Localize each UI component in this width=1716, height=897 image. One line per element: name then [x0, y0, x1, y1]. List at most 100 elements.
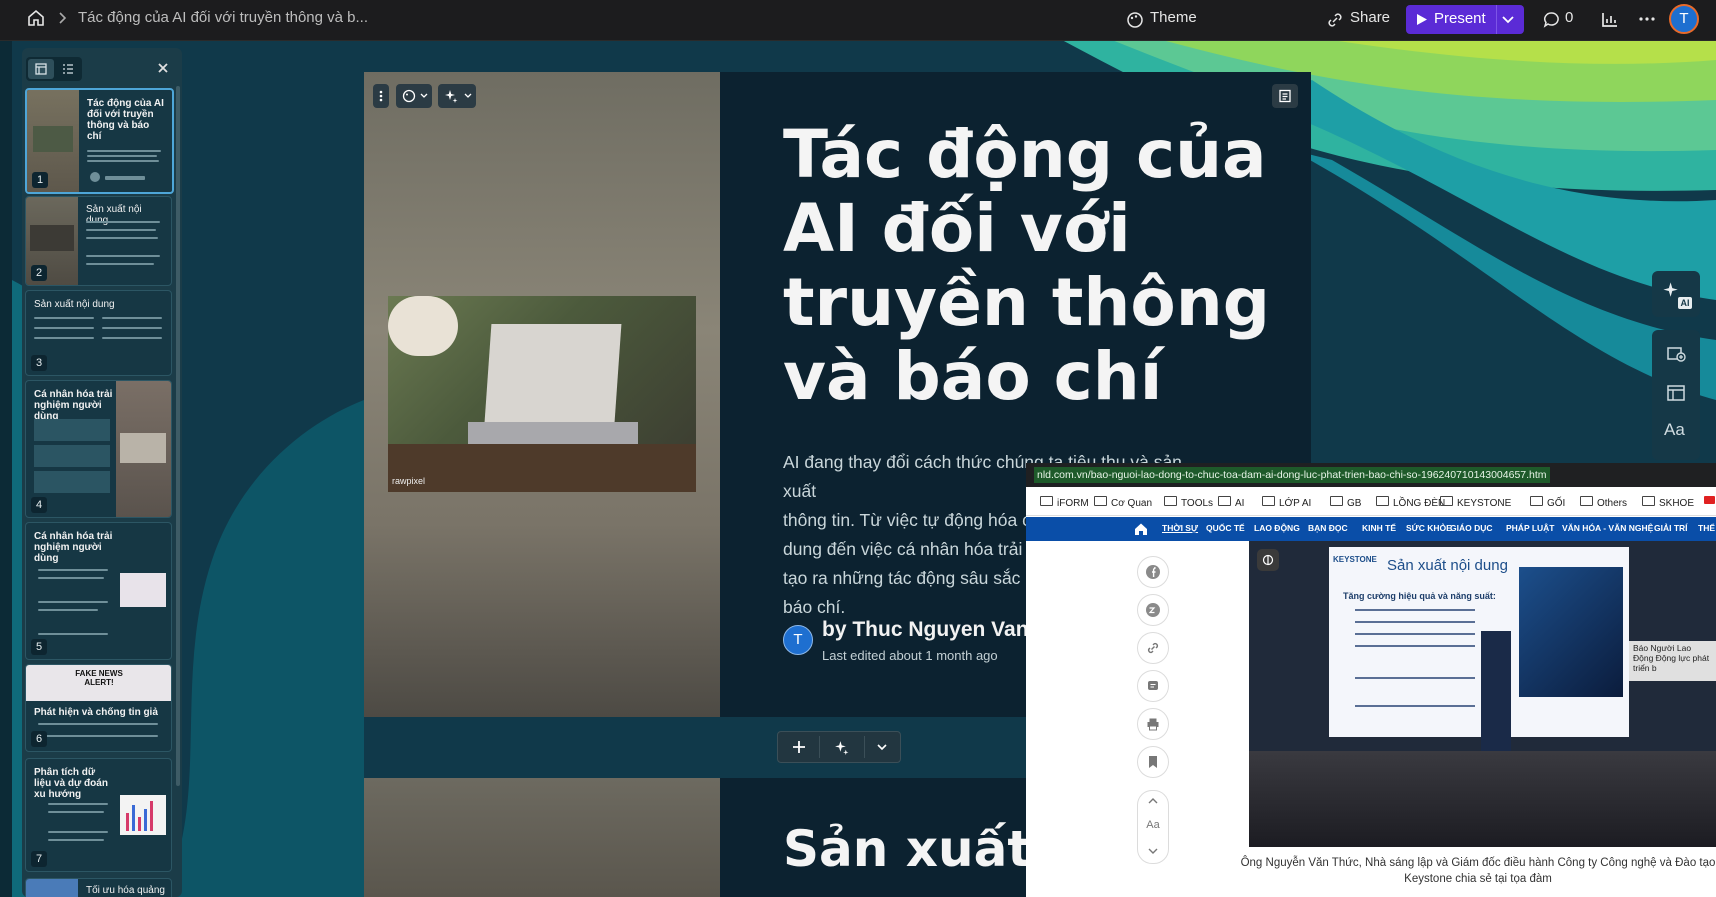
zalo-share-button[interactable] — [1137, 594, 1169, 626]
event-banner: Báo Người Lao Động Động lực phát triển b — [1629, 641, 1716, 681]
site-nav-item[interactable]: KINH TẾ — [1362, 523, 1396, 533]
bookmark-item[interactable]: KEYSTONE — [1440, 496, 1511, 509]
site-nav-item[interactable]: VĂN HÓA - VĂN NGHỆ — [1562, 523, 1653, 533]
folder-icon — [1580, 496, 1593, 506]
thumbnail-title: Tác động của AI đối với truyền thông và … — [87, 98, 164, 142]
sparkle-icon[interactable] — [834, 740, 849, 755]
slide-thumbnail[interactable]: Tối ưu hóa quảng — [25, 878, 172, 897]
bookmark-label: TOOLs — [1181, 498, 1214, 509]
chevron-down-icon[interactable] — [1147, 847, 1159, 855]
site-nav-item[interactable]: PHÁP LUẬT — [1506, 523, 1555, 533]
site-nav-item[interactable]: GIÁO DỤC — [1450, 523, 1493, 533]
palette-icon — [1127, 12, 1143, 28]
more-options-icon[interactable] — [1638, 12, 1656, 26]
slide-thumbnail[interactable]: Cá nhân hóa trải nghiệm người dùng 4 — [25, 380, 172, 518]
close-panel-icon[interactable] — [156, 61, 170, 75]
breadcrumb-title[interactable]: Tác động của AI đối với truyền thông và … — [78, 9, 368, 26]
home-icon[interactable] — [1134, 522, 1148, 536]
folder-icon — [1530, 496, 1543, 506]
home-icon[interactable] — [27, 9, 45, 27]
share-button[interactable]: Share — [1326, 6, 1390, 34]
add-card-icon[interactable] — [1666, 344, 1686, 362]
layout-icon[interactable] — [1666, 384, 1686, 402]
thumbnail-text-line — [34, 337, 94, 339]
bookmark-label: GỐI — [1547, 498, 1566, 509]
site-nav-item[interactable]: SỨC KHỎE — [1406, 523, 1452, 533]
bookmark-label: Cơ Quan — [1111, 498, 1153, 509]
bookmark-label: AI — [1235, 498, 1245, 509]
bookmark-button[interactable] — [1137, 746, 1169, 778]
typography-icon[interactable]: Aa — [1664, 420, 1685, 440]
youtube-icon — [1704, 496, 1715, 504]
projected-slide: KEYSTONE Sản xuất nội dung Tăng cường hi… — [1329, 547, 1629, 737]
thumbnail-card — [34, 445, 110, 467]
present-label: Present — [1434, 10, 1486, 27]
site-nav-item[interactable]: QUỐC TẾ — [1206, 523, 1245, 533]
link-icon — [1328, 13, 1342, 27]
slide-thumbnail[interactable]: FAKE NEWS ALERT! Phát hiện và chống tin … — [25, 664, 172, 752]
slide-menu-button[interactable] — [373, 84, 389, 108]
print-button[interactable] — [1137, 708, 1169, 740]
url-bar[interactable]: nld.com.vn/bao-nguoi-lao-dong-to-chuc-to… — [1026, 463, 1716, 487]
slide-thumbnail[interactable]: Cá nhân hóa trải nghiệm người dùng 5 — [25, 522, 172, 660]
slide-thumbnail[interactable]: Tác động của AI đối với truyền thông và … — [25, 88, 174, 194]
chevron-down-icon[interactable] — [876, 743, 888, 751]
facebook-share-button[interactable] — [1137, 556, 1169, 588]
site-nav-item[interactable]: GIẢI TRÍ — [1654, 523, 1688, 533]
analytics-icon[interactable] — [1601, 11, 1619, 28]
slide-thumbnail[interactable]: Sản xuất nội dung 2 — [25, 196, 172, 286]
photo-tool-button[interactable] — [1257, 549, 1279, 571]
slide-notes-button[interactable] — [1272, 84, 1298, 108]
thumbnail-image — [26, 879, 78, 897]
folder-icon — [1094, 496, 1107, 506]
copy-link-button[interactable] — [1137, 632, 1169, 664]
bookmark-item[interactable]: GB — [1330, 496, 1361, 509]
url-text[interactable]: nld.com.vn/bao-nguoi-lao-dong-to-chuc-to… — [1034, 467, 1550, 483]
sparkle-icon — [445, 90, 458, 103]
thumbnail-avatar — [90, 172, 100, 182]
site-nav-item[interactable]: THỜI SỰ — [1162, 523, 1198, 533]
vertical-dots-icon — [379, 90, 383, 102]
site-nav-item[interactable]: BẠN ĐỌC — [1308, 523, 1348, 533]
bookmark-item[interactable]: Others — [1580, 496, 1627, 509]
play-icon — [1417, 14, 1427, 25]
slide-ai-button[interactable] — [438, 84, 476, 108]
list-view-button[interactable] — [55, 59, 81, 79]
bookmark-item[interactable]: YouTu — [1704, 496, 1716, 507]
thumbnail-text-line — [102, 327, 162, 329]
panel-scrollbar[interactable] — [176, 86, 180, 786]
bookmark-item[interactable]: AI — [1218, 496, 1244, 509]
plus-icon[interactable] — [792, 740, 806, 754]
slide-style-button[interactable] — [396, 84, 432, 108]
comments-button[interactable]: 0 — [1543, 8, 1583, 32]
bookmark-item[interactable]: iFORM — [1040, 496, 1089, 509]
slide-title[interactable]: Tác động của AI đối với truyền thông và … — [783, 118, 1283, 414]
thumbnail-number: 3 — [31, 355, 47, 371]
bookmark-icon — [1149, 756, 1157, 768]
audience — [1249, 751, 1716, 847]
slide-thumbnail[interactable]: Phân tích dữ liệu và dự đoán xu hướng 7 — [25, 758, 172, 872]
theme-button[interactable]: Theme — [1126, 6, 1296, 34]
ai-assist-button[interactable]: AI — [1652, 271, 1700, 317]
bookmark-item[interactable]: TOOLs — [1164, 496, 1213, 509]
chevron-down-icon[interactable] — [1500, 12, 1516, 28]
article-photo[interactable]: KEYSTONE Sản xuất nội dung Tăng cường hi… — [1249, 541, 1716, 847]
comment-button[interactable] — [1137, 670, 1169, 702]
bookmark-item[interactable]: GỐI — [1530, 496, 1565, 509]
site-nav-item[interactable]: THỂ — [1698, 523, 1715, 533]
toolbar-divider — [819, 736, 820, 758]
slide-thumbnail[interactable]: Sản xuất nội dung 3 — [25, 290, 172, 376]
thumbnail-title: Cá nhân hóa trải nghiệm người dùng — [34, 531, 113, 564]
bookmark-item[interactable]: SKHOE — [1642, 496, 1694, 509]
bookmark-item[interactable]: Cơ Quan — [1094, 496, 1152, 509]
font-size-control: Aa — [1137, 790, 1169, 864]
user-avatar[interactable]: T — [1669, 4, 1699, 34]
next-slide-title[interactable]: Sản xuất — [783, 820, 1031, 878]
grid-view-button[interactable] — [28, 59, 54, 79]
bookmark-item[interactable]: LỚP AI — [1262, 496, 1311, 509]
toolbar-divider — [864, 736, 865, 758]
bookmark-item[interactable]: LỒNG ĐÈN — [1376, 496, 1445, 509]
chevron-up-icon[interactable] — [1147, 797, 1159, 805]
folder-icon — [1642, 496, 1655, 506]
site-nav-item[interactable]: LAO ĐỘNG — [1254, 523, 1300, 533]
